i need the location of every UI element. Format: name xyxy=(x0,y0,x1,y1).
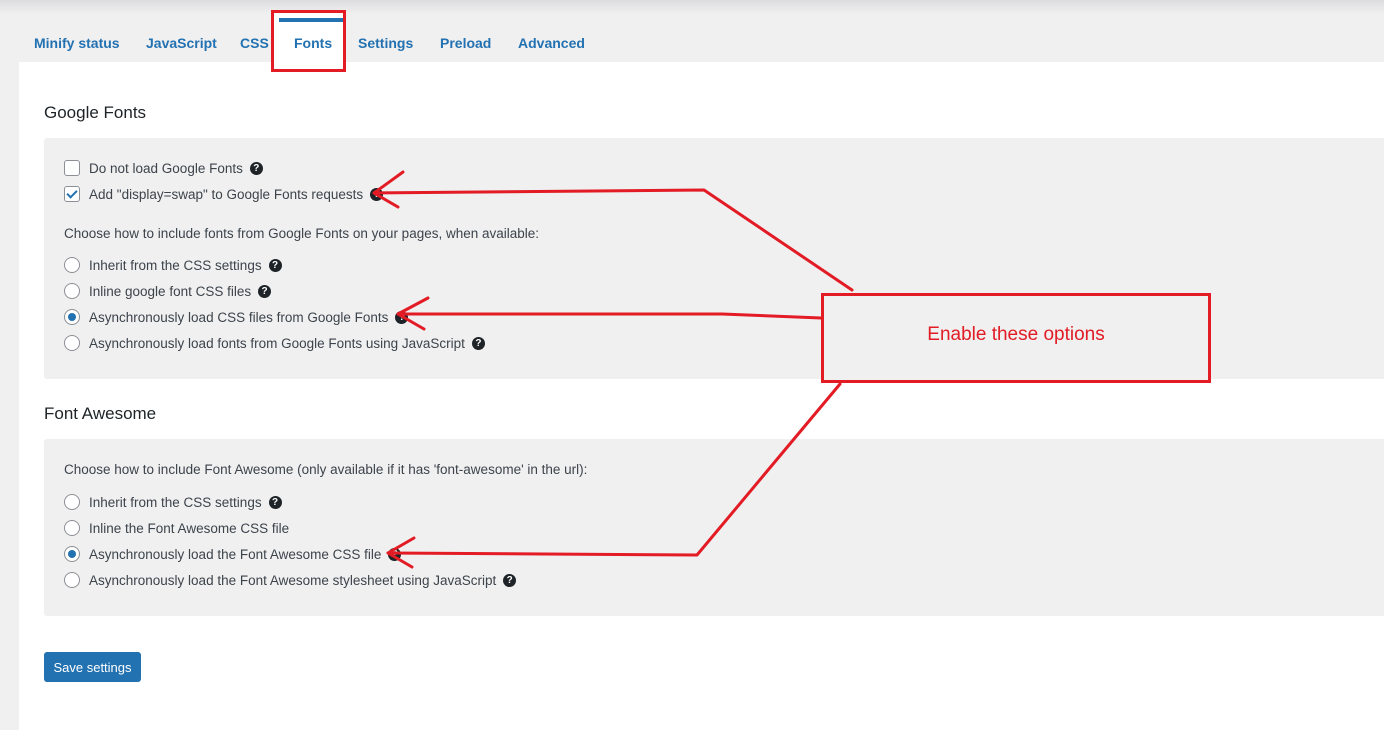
radio-button[interactable] xyxy=(64,520,80,536)
radio-button-selected[interactable] xyxy=(64,546,80,562)
tab-settings[interactable]: Settings xyxy=(358,34,413,56)
help-icon[interactable]: ? xyxy=(395,310,409,324)
tab-preload[interactable]: Preload xyxy=(440,34,491,56)
option-label: Asynchronously load fonts from Google Fo… xyxy=(89,335,465,351)
radio-option-gf-async-js[interactable]: Asynchronously load fonts from Google Fo… xyxy=(64,333,485,353)
option-label: Asynchronously load the Font Awesome CSS… xyxy=(89,546,382,562)
radio-option-fa-inherit[interactable]: Inherit from the CSS settings ? xyxy=(64,492,282,512)
tab-fonts[interactable]: Fonts xyxy=(294,34,332,56)
font-awesome-heading: Font Awesome xyxy=(44,404,157,423)
option-label: Inherit from the CSS settings xyxy=(89,257,262,273)
font-awesome-description: Choose how to include Font Awesome (only… xyxy=(64,462,588,477)
radio-button-selected[interactable] xyxy=(64,309,80,325)
option-do-not-load-google-fonts[interactable]: Do not load Google Fonts ? xyxy=(64,158,263,178)
option-label: Asynchronously load CSS files from Googl… xyxy=(89,309,389,325)
option-display-swap[interactable]: Add "display=swap" to Google Fonts reque… xyxy=(64,184,384,204)
help-icon[interactable]: ? xyxy=(268,495,282,509)
save-settings-button[interactable]: Save settings xyxy=(44,652,141,682)
radio-option-fa-async-css[interactable]: Asynchronously load the Font Awesome CSS… xyxy=(64,544,402,564)
radio-option-gf-async-css[interactable]: Asynchronously load CSS files from Googl… xyxy=(64,307,409,327)
help-icon[interactable]: ? xyxy=(370,187,384,201)
radio-option-fa-inline[interactable]: Inline the Font Awesome CSS file xyxy=(64,518,289,538)
checkbox-display-swap[interactable] xyxy=(64,186,80,202)
help-icon[interactable]: ? xyxy=(268,258,282,272)
checkbox-do-not-load-google-fonts[interactable] xyxy=(64,160,80,176)
option-label: Inline google font CSS files xyxy=(89,283,252,299)
help-icon[interactable]: ? xyxy=(503,573,517,587)
option-label: Inline the Font Awesome CSS file xyxy=(89,520,290,536)
help-icon[interactable]: ? xyxy=(249,161,263,175)
annotation-callout-box: Enable these options xyxy=(821,293,1211,383)
radio-button[interactable] xyxy=(64,335,80,351)
help-icon[interactable]: ? xyxy=(258,284,272,298)
option-label: Asynchronously load the Font Awesome sty… xyxy=(89,572,497,588)
radio-option-gf-inline[interactable]: Inline google font CSS files ? xyxy=(64,281,272,301)
tab-css[interactable]: CSS xyxy=(240,34,269,56)
radio-button[interactable] xyxy=(64,283,80,299)
radio-button[interactable] xyxy=(64,257,80,273)
google-fonts-heading: Google Fonts xyxy=(44,103,147,122)
option-label: Add "display=swap" to Google Fonts reque… xyxy=(89,186,364,202)
radio-button[interactable] xyxy=(64,494,80,510)
tab-javascript[interactable]: JavaScript xyxy=(146,34,217,56)
radio-option-fa-async-js[interactable]: Asynchronously load the Font Awesome sty… xyxy=(64,570,517,590)
active-tab-underline xyxy=(279,18,343,22)
help-icon[interactable]: ? xyxy=(471,336,485,350)
option-label: Do not load Google Fonts xyxy=(89,160,243,176)
radio-button[interactable] xyxy=(64,572,80,588)
tab-advanced[interactable]: Advanced xyxy=(518,34,585,56)
radio-option-gf-inherit[interactable]: Inherit from the CSS settings ? xyxy=(64,255,282,275)
help-icon[interactable]: ? xyxy=(388,547,402,561)
tab-minify-status[interactable]: Minify status xyxy=(34,34,120,56)
option-label: Inherit from the CSS settings xyxy=(89,494,262,510)
annotation-text: Enable these options xyxy=(927,324,1105,345)
google-fonts-description: Choose how to include fonts from Google … xyxy=(64,226,540,241)
top-shadow xyxy=(0,0,1384,14)
